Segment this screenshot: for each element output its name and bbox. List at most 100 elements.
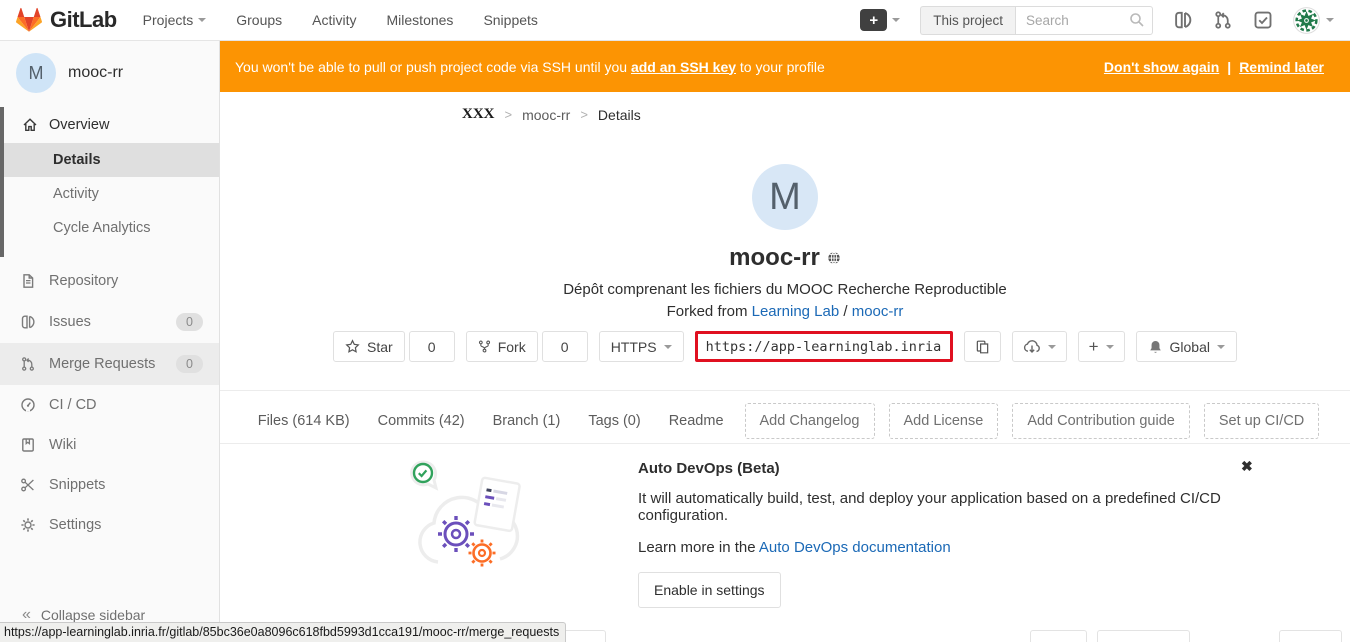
scissors-icon	[20, 477, 36, 493]
chevron-down-icon	[1048, 345, 1056, 349]
fork-button[interactable]: Fork	[466, 331, 538, 362]
chevron-down-icon	[664, 345, 672, 349]
ssh-warning-text: You won't be able to pull or push projec…	[235, 59, 825, 75]
sidebar-item-repository[interactable]: Repository	[0, 261, 219, 301]
nav-projects[interactable]: Projects	[143, 12, 207, 28]
tab-branch[interactable]: Branch (1)	[493, 413, 561, 429]
breadcrumb-user-link[interactable]: XXX	[462, 106, 495, 123]
nav-snippets[interactable]: Snippets	[483, 12, 537, 28]
sidebar-item-wiki[interactable]: Wiki	[0, 425, 219, 465]
add-contribution-guide-button[interactable]: Add Contribution guide	[1012, 403, 1190, 439]
copy-icon	[975, 339, 990, 355]
cutoff-button[interactable]	[1279, 630, 1342, 642]
add-new-dropdown[interactable]: +	[1078, 331, 1125, 362]
download-dropdown[interactable]	[1012, 331, 1067, 362]
gear-icon	[20, 517, 36, 533]
notification-dropdown[interactable]: Global	[1136, 331, 1237, 362]
breadcrumb-separator: >	[505, 107, 513, 122]
project-description: Dépôt comprenant les fichiers du MOOC Re…	[220, 281, 1350, 298]
chevron-down-icon	[1217, 345, 1225, 349]
auto-devops-doc-link[interactable]: Auto DevOps documentation	[759, 539, 951, 556]
dont-show-again-link[interactable]: Don't show again	[1104, 59, 1219, 75]
add-changelog-button[interactable]: Add Changelog	[745, 403, 875, 439]
sidebar-item-snippets[interactable]: Snippets	[0, 465, 219, 505]
project-sidebar: M mooc-rr Overview Details Activity Cycl…	[0, 41, 220, 642]
top-navbar: GitLab Projects Groups Activity Mileston…	[0, 0, 1350, 41]
merge-request-icon	[20, 356, 36, 372]
sidebar-item-activity[interactable]: Activity	[4, 177, 219, 211]
sidebar-item-settings[interactable]: Settings	[0, 505, 219, 545]
setup-ci-cd-button[interactable]: Set up CI/CD	[1204, 403, 1319, 439]
navbar-menu: Projects Groups Activity Milestones Snip…	[143, 12, 538, 28]
bell-icon	[1148, 339, 1163, 355]
add-license-button[interactable]: Add License	[889, 403, 999, 439]
close-icon[interactable]: ✖	[1241, 458, 1253, 475]
chevron-down-icon	[1326, 18, 1334, 22]
protocol-dropdown[interactable]: HTTPS	[599, 331, 684, 362]
search-icon	[1129, 12, 1145, 28]
sidebar-item-ci-cd[interactable]: CI / CD	[0, 385, 219, 425]
sidebar-item-issues[interactable]: Issues 0	[0, 301, 219, 343]
project-avatar: M	[16, 53, 56, 93]
book-icon	[20, 437, 36, 453]
issues-count-badge: 0	[176, 313, 203, 331]
plus-icon: +	[860, 9, 887, 31]
tab-tags[interactable]: Tags (0)	[588, 413, 640, 429]
nav-milestones[interactable]: Milestones	[387, 12, 454, 28]
project-action-bar: Star 0 Fork 0 HTTPS	[220, 331, 1350, 362]
sidebar-items: Repository Issues 0 Merge Requests 0 CI …	[0, 257, 219, 545]
tab-files[interactable]: Files (614 KB)	[258, 413, 350, 429]
public-globe-icon	[827, 251, 841, 265]
sidebar-project-name: mooc-rr	[68, 64, 123, 82]
clone-url-highlight	[695, 331, 953, 362]
star-button[interactable]: Star	[333, 331, 405, 362]
sidebar-item-merge-requests[interactable]: Merge Requests 0	[0, 343, 219, 385]
cutoff-button[interactable]	[1097, 630, 1190, 642]
user-menu[interactable]	[1293, 7, 1334, 34]
fork-count[interactable]: 0	[542, 331, 588, 362]
project-stats-bar: Files (614 KB) Commits (42) Branch (1) T…	[220, 398, 1350, 443]
merge-requests-count-badge: 0	[176, 355, 203, 373]
breadcrumb-page[interactable]: Details	[598, 107, 641, 123]
chevron-down-icon	[1106, 345, 1114, 349]
sidebar-project-header[interactable]: M mooc-rr	[0, 41, 219, 107]
plus-icon: +	[1089, 338, 1099, 355]
auto-devops-learn-more: Learn more in the Auto DevOps documentat…	[638, 539, 1278, 556]
gitlab-tanuki-icon	[16, 7, 42, 33]
nav-activity[interactable]: Activity	[312, 12, 356, 28]
remind-later-link[interactable]: Remind later	[1239, 59, 1324, 75]
issues-icon[interactable]	[1173, 10, 1193, 30]
sidebar-item-details[interactable]: Details	[4, 143, 219, 177]
cutoff-button[interactable]	[1030, 630, 1087, 642]
issues-icon	[20, 314, 36, 330]
tab-commits[interactable]: Commits (42)	[378, 413, 465, 429]
breadcrumb-separator: >	[580, 107, 588, 122]
fork-attribution: Forked from Learning Lab / mooc-rr	[220, 303, 1350, 320]
sidebar-item-overview[interactable]: Overview	[4, 107, 219, 143]
search-scope-label[interactable]: This project	[920, 6, 1015, 35]
fork-source-project-link[interactable]: mooc-rr	[852, 303, 904, 320]
enable-in-settings-button[interactable]: Enable in settings	[638, 572, 781, 608]
search-control: This project	[920, 6, 1153, 35]
fork-source-group-link[interactable]: Learning Lab	[752, 303, 840, 320]
chevron-down-icon	[198, 18, 206, 22]
clone-url-input[interactable]	[698, 334, 950, 359]
todos-icon[interactable]	[1253, 10, 1273, 30]
star-count[interactable]: 0	[409, 331, 455, 362]
copy-url-button[interactable]	[964, 331, 1001, 362]
star-icon	[345, 339, 360, 354]
nav-groups[interactable]: Groups	[236, 12, 282, 28]
project-avatar-large: M	[752, 164, 818, 230]
page-title: mooc-rr	[729, 244, 820, 272]
new-menu-button[interactable]: +	[860, 9, 900, 31]
breadcrumb-project-link[interactable]: mooc-rr	[522, 107, 570, 123]
tab-readme[interactable]: Readme	[669, 413, 724, 429]
add-ssh-key-link[interactable]: add an SSH key	[631, 59, 736, 75]
merge-requests-icon[interactable]	[1213, 10, 1233, 30]
sidebar-overview-group: Overview Details Activity Cycle Analytic…	[0, 107, 219, 257]
document-icon	[20, 273, 36, 289]
sidebar-item-cycle-analytics[interactable]: Cycle Analytics	[4, 211, 219, 245]
divider	[220, 443, 1350, 444]
auto-devops-illustration	[400, 450, 550, 580]
gitlab-logo[interactable]: GitLab	[16, 7, 117, 33]
